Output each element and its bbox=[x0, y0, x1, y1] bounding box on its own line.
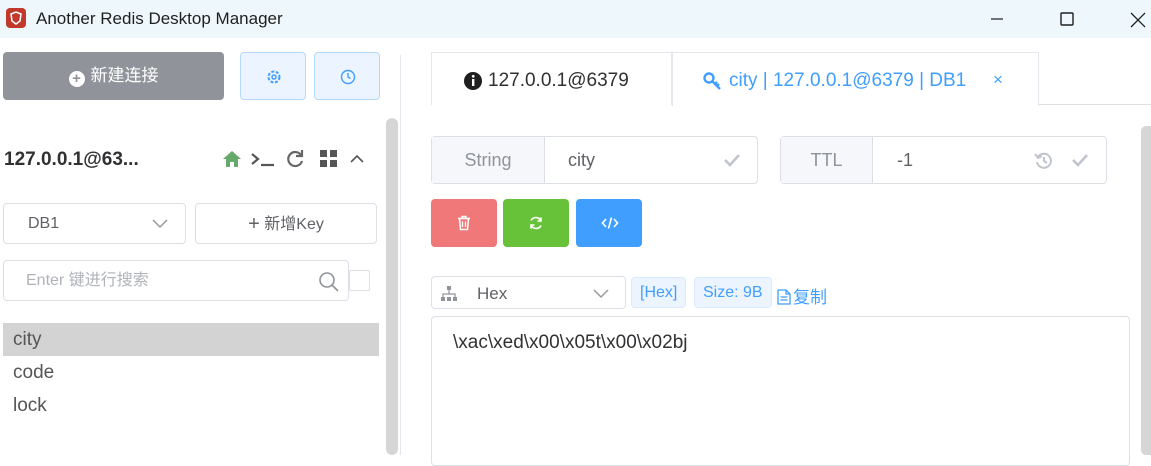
dump-command-button[interactable] bbox=[576, 199, 642, 247]
value-editor[interactable]: \xac\xed\x00\x05t\x00\x02bj bbox=[431, 316, 1130, 466]
close-window-button[interactable] bbox=[1114, 0, 1151, 38]
persist-history-icon[interactable] bbox=[1034, 151, 1054, 171]
sidebar-scrollbar[interactable] bbox=[386, 118, 398, 455]
tab-label: 127.0.0.1@6379 bbox=[488, 70, 629, 91]
format-select[interactable]: Hex bbox=[431, 276, 626, 309]
key-name-input[interactable]: city bbox=[568, 150, 595, 171]
window-title: Another Redis Desktop Manager bbox=[36, 9, 283, 28]
settings-button[interactable] bbox=[240, 52, 306, 100]
chevron-down-icon bbox=[152, 219, 168, 229]
check-icon[interactable] bbox=[1071, 153, 1089, 167]
db-select-value: DB1 bbox=[28, 215, 60, 232]
app-logo-icon bbox=[6, 8, 26, 28]
ttl-input[interactable]: -1 bbox=[897, 150, 913, 171]
sidebar: + 新建连接 127.0.0.1@63... DB1 + 新增Key Enter… bbox=[0, 38, 400, 455]
home-icon[interactable] bbox=[221, 149, 243, 169]
connection-name[interactable]: 127.0.0.1@63... bbox=[4, 149, 139, 171]
gear-icon bbox=[267, 70, 281, 84]
trash-icon bbox=[458, 215, 470, 231]
tab-label: city | 127.0.0.1@6379 | DB1 bbox=[729, 70, 967, 91]
title-bar: Another Redis Desktop Manager bbox=[0, 0, 1151, 38]
document-icon bbox=[777, 289, 791, 305]
exact-search-checkbox[interactable] bbox=[349, 270, 370, 291]
key-name-group: String city bbox=[431, 136, 758, 184]
refresh-icon[interactable] bbox=[285, 149, 305, 169]
info-icon bbox=[464, 72, 482, 90]
format-tag: [Hex] bbox=[631, 277, 687, 308]
chevron-up-icon[interactable] bbox=[349, 152, 365, 166]
delete-key-button[interactable] bbox=[431, 199, 497, 247]
minimize-button[interactable] bbox=[974, 0, 1020, 38]
ttl-group: TTL -1 bbox=[780, 136, 1107, 184]
tab-key-city[interactable]: city | 127.0.0.1@6379 | DB1 × bbox=[672, 52, 1039, 106]
new-connection-label: 新建连接 bbox=[90, 66, 159, 85]
close-tab-icon[interactable]: × bbox=[993, 70, 1003, 90]
refresh-key-button[interactable] bbox=[503, 199, 569, 247]
sitemap-icon bbox=[441, 286, 457, 301]
size-tag: Size: 9B bbox=[694, 277, 772, 308]
db-select[interactable]: DB1 bbox=[3, 203, 186, 244]
refresh-icon bbox=[530, 216, 542, 230]
command-history-button[interactable] bbox=[314, 52, 380, 100]
copy-button[interactable]: 复制 bbox=[777, 283, 827, 308]
key-type-label: String bbox=[432, 137, 545, 183]
format-select-value: Hex bbox=[477, 284, 508, 303]
maximize-button[interactable] bbox=[1044, 0, 1090, 38]
value-text[interactable]: \xac\xed\x00\x05t\x00\x02bj bbox=[453, 332, 687, 354]
code-icon bbox=[601, 217, 619, 229]
new-connection-button[interactable]: + 新建连接 bbox=[3, 52, 224, 100]
editor-scrollbar[interactable] bbox=[1141, 126, 1151, 455]
key-list-item[interactable]: code bbox=[3, 356, 379, 389]
terminal-icon[interactable] bbox=[250, 149, 276, 169]
key-list-item[interactable]: city bbox=[3, 323, 379, 356]
check-icon[interactable] bbox=[723, 153, 741, 167]
search-box bbox=[3, 260, 349, 301]
ttl-label: TTL bbox=[781, 137, 873, 183]
search-input[interactable] bbox=[26, 270, 306, 292]
grid-icon[interactable] bbox=[319, 149, 338, 168]
copy-label: 复制 bbox=[793, 288, 827, 307]
plus-icon: + bbox=[248, 213, 260, 235]
add-key-label: 新增Key bbox=[264, 216, 324, 233]
search-icon[interactable] bbox=[318, 271, 340, 293]
plus-circle-icon: + bbox=[68, 71, 85, 87]
key-icon bbox=[703, 72, 721, 90]
chevron-down-icon bbox=[593, 289, 609, 299]
tab-connection-info[interactable]: 127.0.0.1@6379 bbox=[431, 52, 672, 105]
add-key-button[interactable]: + 新增Key bbox=[195, 203, 377, 244]
panel-divider[interactable] bbox=[400, 55, 401, 455]
clock-icon bbox=[340, 69, 356, 85]
key-list-item[interactable]: lock bbox=[3, 389, 379, 422]
